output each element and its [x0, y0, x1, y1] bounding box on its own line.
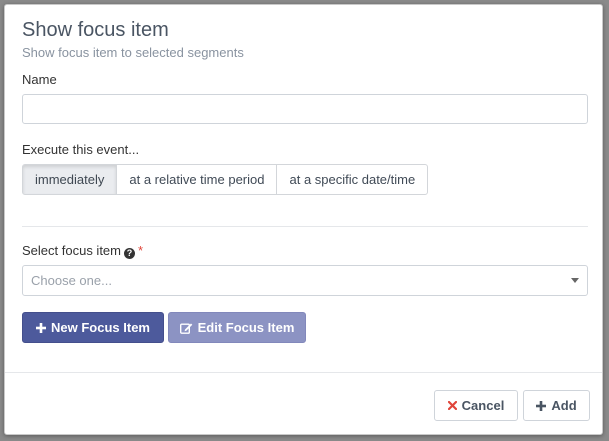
- execute-specific-datetime-button[interactable]: at a specific date/time: [276, 164, 429, 195]
- add-button[interactable]: Add: [523, 390, 590, 421]
- plus-icon: [536, 400, 547, 411]
- new-focus-item-button[interactable]: New Focus Item: [22, 312, 164, 343]
- cancel-button[interactable]: Cancel: [434, 390, 518, 421]
- plus-icon: [36, 322, 47, 333]
- dialog-title: Show focus item: [22, 19, 169, 41]
- section-divider: [22, 226, 588, 227]
- execute-immediately-button[interactable]: immediately: [22, 164, 118, 195]
- name-label: Name: [22, 72, 57, 87]
- execute-relative-time-button[interactable]: at a relative time period: [116, 164, 278, 195]
- question-circle-icon[interactable]: ?: [124, 248, 135, 259]
- cancel-label: Cancel: [461, 398, 505, 413]
- show-focus-item-dialog: Show focus item Show focus item to selec…: [4, 4, 603, 435]
- focus-item-label-row: Select focus item? *: [22, 243, 143, 259]
- new-focus-item-label: New Focus Item: [51, 320, 150, 335]
- close-icon: [447, 401, 457, 410]
- add-label: Add: [551, 398, 577, 413]
- edit-icon: [179, 322, 193, 334]
- focus-item-select-placeholder: Choose one...: [31, 273, 112, 288]
- execute-label: Execute this event...: [22, 142, 140, 157]
- focus-item-label: Select focus item: [22, 243, 121, 258]
- required-marker: *: [138, 243, 144, 258]
- edit-focus-item-button[interactable]: Edit Focus Item: [168, 312, 306, 343]
- execute-timing-group: immediately at a relative time period at…: [22, 164, 429, 195]
- edit-focus-item-label: Edit Focus Item: [197, 320, 295, 335]
- name-input[interactable]: [22, 94, 588, 124]
- dialog-subtitle: Show focus item to selected segments: [22, 45, 244, 60]
- chevron-down-icon: [571, 278, 579, 283]
- footer-divider: [5, 372, 602, 373]
- focus-item-select[interactable]: Choose one...: [22, 265, 588, 296]
